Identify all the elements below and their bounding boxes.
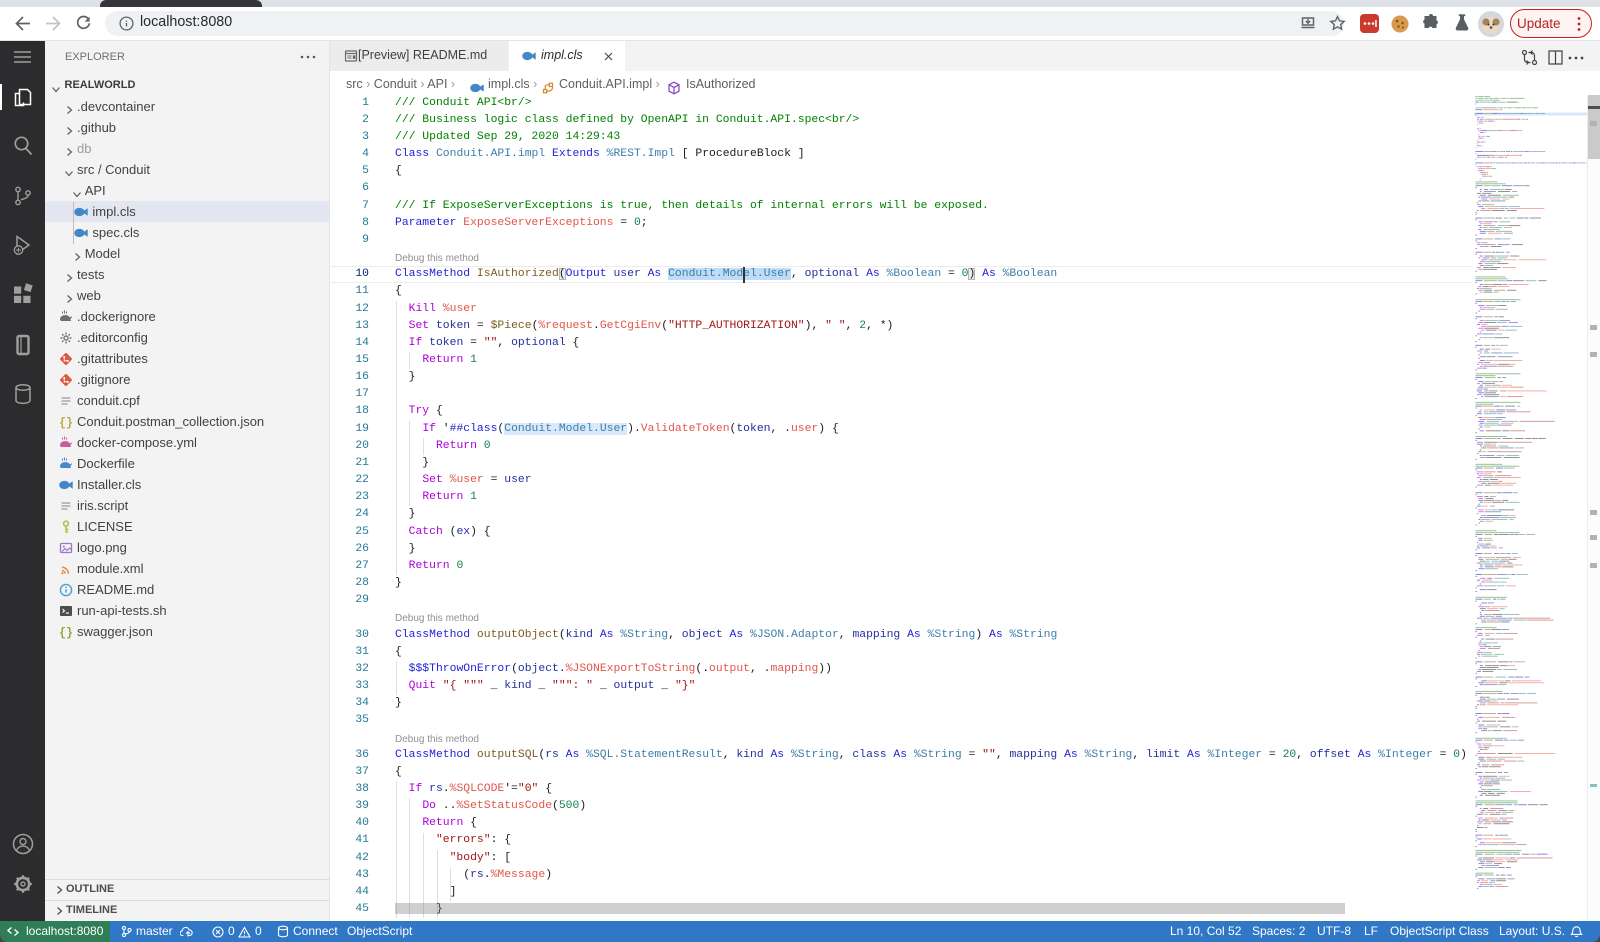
svg-text:{}: {} <box>59 627 73 640</box>
svg-text:{}: {} <box>59 417 73 430</box>
